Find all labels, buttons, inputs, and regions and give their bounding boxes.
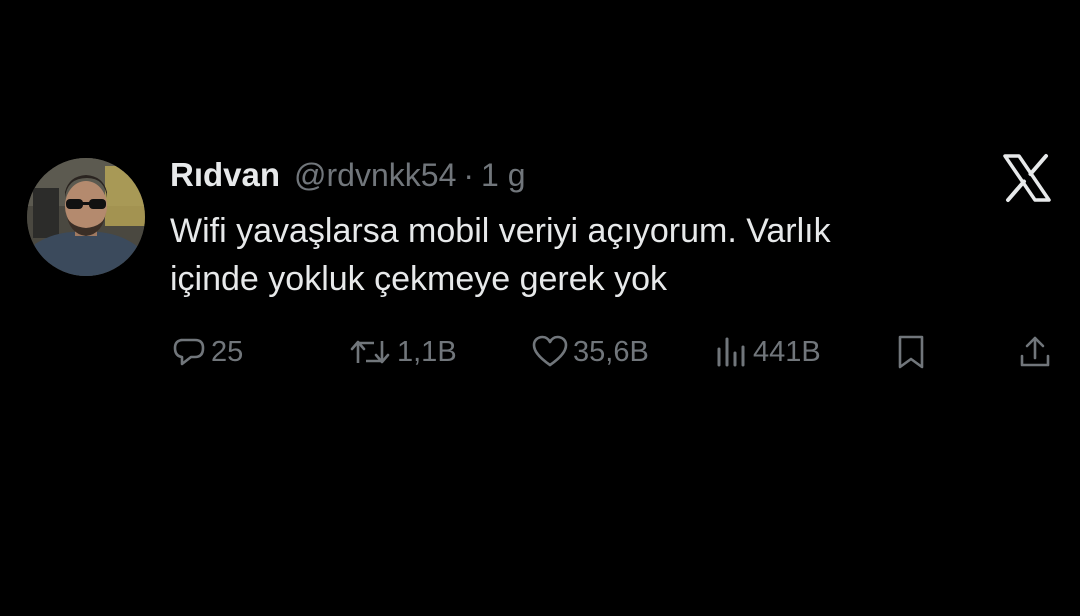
- tweet-text-line: Wifi yavaşlarsa mobil veriyi açıyorum. V…: [170, 212, 831, 250]
- avatar-photo: [27, 158, 145, 276]
- author-handle[interactable]: @rdvnkk54: [294, 157, 456, 194]
- reply-count: 25: [211, 335, 244, 368]
- reply-icon: [172, 335, 206, 369]
- retweet-count: 1,1B: [397, 335, 457, 368]
- tweet-text: Wifi yavaşlarsa mobil veriyi açıyorum. V…: [170, 207, 1030, 303]
- tweet-timestamp[interactable]: 1 g: [481, 157, 525, 194]
- share-button[interactable]: [1018, 331, 1052, 373]
- retweet-icon: [348, 335, 392, 369]
- tweet-text-line: içinde yokluk çekmeye gerek yok: [170, 260, 668, 298]
- x-logo-icon: [1002, 153, 1052, 203]
- header-separator: ·: [463, 156, 475, 193]
- author-display-name[interactable]: Rıdvan: [170, 156, 280, 194]
- bookmark-icon: [896, 334, 926, 370]
- heart-icon: [532, 335, 568, 369]
- like-count: 35,6B: [573, 335, 649, 368]
- views-button[interactable]: 441B: [714, 331, 821, 373]
- like-button[interactable]: 35,6B: [532, 331, 649, 373]
- views-count: 441B: [753, 335, 821, 368]
- views-icon: [714, 335, 748, 369]
- reply-button[interactable]: 25: [172, 331, 243, 373]
- retweet-button[interactable]: 1,1B: [348, 331, 457, 373]
- avatar[interactable]: [27, 158, 145, 276]
- bookmark-button[interactable]: [896, 331, 926, 373]
- tweet-header: Rıdvan @rdvnkk54 · 1 g: [170, 150, 526, 200]
- share-icon: [1018, 334, 1052, 370]
- tweet-card: Rıdvan @rdvnkk54 · 1 g Wifi yavaşlarsa m…: [0, 0, 1080, 616]
